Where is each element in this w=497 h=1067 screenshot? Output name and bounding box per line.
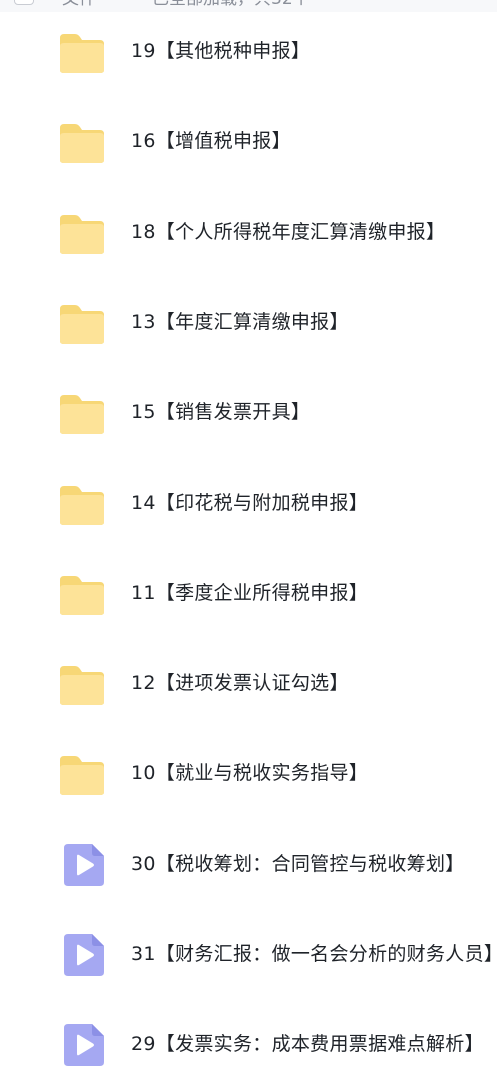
- folder-row[interactable]: 12【进项发票认证勾选】: [0, 639, 497, 729]
- file-name[interactable]: 13【年度汇算清缴申报】: [131, 310, 349, 334]
- file-name[interactable]: 11【季度企业所得税申报】: [131, 581, 368, 605]
- folder-icon: [58, 122, 106, 164]
- video-file-row[interactable]: 30【税收筹划：合同管控与税收筹划】: [0, 820, 497, 910]
- file-name[interactable]: 31【财务汇报：做一名会分析的财务人员】: [131, 942, 497, 966]
- file-browser-screen: 文件 已全部加载，共32个 19【其他税种申报】16【增值税申报】18【个人所得…: [0, 0, 497, 1067]
- video-file-icon: [62, 842, 110, 886]
- file-name[interactable]: 16【增值税申报】: [131, 129, 291, 153]
- folder-row[interactable]: 14【印花税与附加税申报】: [0, 459, 497, 549]
- file-name[interactable]: 14【印花税与附加税申报】: [131, 491, 368, 515]
- video-file-icon: [62, 932, 110, 976]
- select-all-checkbox[interactable]: [14, 0, 34, 5]
- folder-icon: [58, 303, 106, 345]
- folder-row[interactable]: 19【其他税种申报】: [0, 7, 497, 97]
- file-name[interactable]: 15【销售发票开具】: [131, 400, 310, 424]
- video-file-icon: [62, 1022, 110, 1067]
- file-name[interactable]: 18【个人所得税年度汇算清缴申报】: [131, 220, 445, 244]
- folder-row[interactable]: 10【就业与税收实务指导】: [0, 729, 497, 819]
- file-name[interactable]: 30【税收筹划：合同管控与税收筹划】: [131, 852, 465, 876]
- video-file-row[interactable]: 31【财务汇报：做一名会分析的财务人员】: [0, 910, 497, 1000]
- file-name[interactable]: 10【就业与税收实务指导】: [131, 761, 368, 785]
- folder-row[interactable]: 13【年度汇算清缴申报】: [0, 278, 497, 368]
- folder-icon: [58, 32, 106, 74]
- file-name[interactable]: 12【进项发票认证勾选】: [131, 671, 349, 695]
- folder-row[interactable]: 18【个人所得税年度汇算清缴申报】: [0, 188, 497, 278]
- folder-row[interactable]: 16【增值税申报】: [0, 97, 497, 187]
- folder-icon: [58, 664, 106, 706]
- folder-icon: [58, 754, 106, 796]
- file-name[interactable]: 29【发票实务：成本费用票据难点解析】: [131, 1032, 484, 1056]
- folder-icon: [58, 484, 106, 526]
- folder-icon: [58, 213, 106, 255]
- video-file-row[interactable]: 29【发票实务：成本费用票据难点解析】: [0, 1000, 497, 1067]
- folder-row[interactable]: 11【季度企业所得税申报】: [0, 549, 497, 639]
- folder-icon: [58, 393, 106, 435]
- folder-row[interactable]: 15【销售发票开具】: [0, 368, 497, 458]
- folder-icon: [58, 574, 106, 616]
- file-name[interactable]: 19【其他税种申报】: [131, 39, 310, 63]
